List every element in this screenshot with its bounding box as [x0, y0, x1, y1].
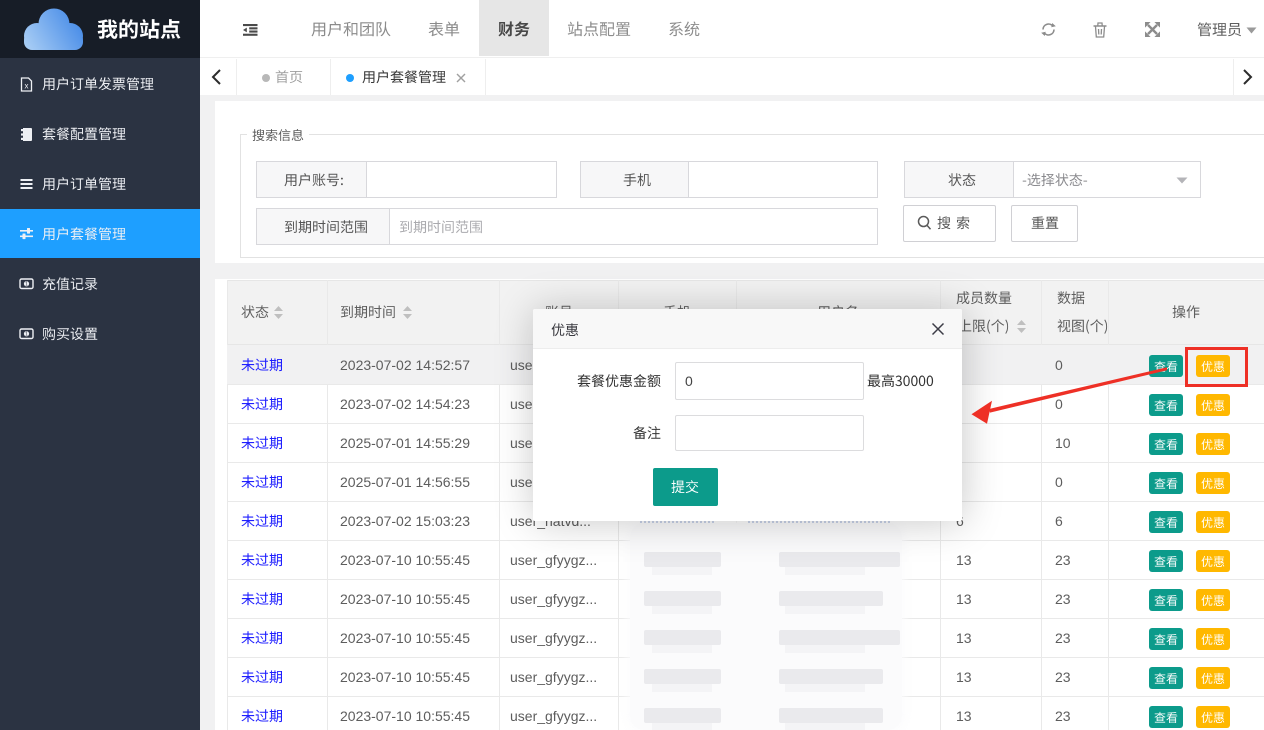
svg-text:1: 1: [25, 282, 28, 288]
svg-text:1: 1: [25, 332, 28, 338]
svg-text:x: x: [25, 81, 29, 90]
